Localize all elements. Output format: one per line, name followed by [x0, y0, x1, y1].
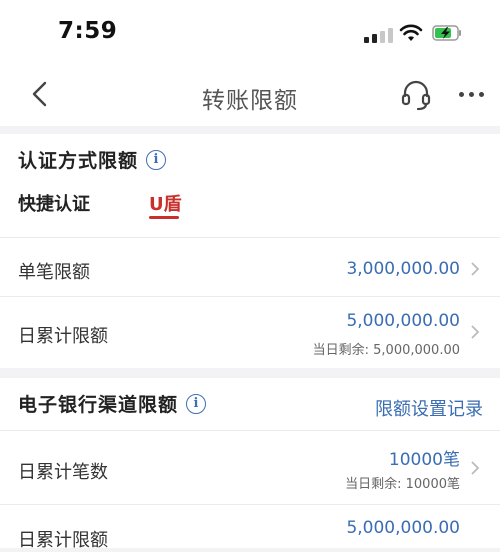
chevron-right-icon — [471, 461, 480, 475]
auth-section-header: 认证方式限额 i — [18, 146, 167, 173]
channel-section-title: 电子银行渠道限额 — [18, 394, 179, 416]
customer-service-headset-icon[interactable] — [400, 79, 432, 111]
channel-limit-card: 电子银行渠道限额 i 限额设置记录 日累计笔数 10000笔 当日剩余: 100… — [0, 378, 500, 551]
nav-bar: 转账限额 — [0, 62, 500, 126]
divider — [0, 296, 500, 297]
status-time: 7:59 — [58, 18, 118, 44]
chevron-right-icon — [471, 262, 480, 276]
channel-section-header: 电子银行渠道限额 i — [18, 390, 207, 417]
row-value: 5,000,000.00 — [346, 518, 460, 538]
info-icon[interactable]: i — [146, 149, 167, 170]
row-label: 日累计限额 — [18, 326, 108, 347]
status-bar: 7:59 — [0, 0, 500, 62]
tab-quick-auth[interactable]: 快捷认证 — [18, 190, 90, 216]
row-label: 日累计笔数 — [18, 462, 108, 483]
row-value: 3,000,000.00 — [346, 259, 460, 279]
auth-limit-card: 认证方式限额 i 快捷认证 U盾 单笔限额 3,000,000.00 日累计限额… — [0, 134, 500, 368]
auth-section-title: 认证方式限额 — [18, 150, 139, 172]
limit-settings-record-link[interactable]: 限额设置记录 — [375, 395, 483, 421]
row-value: 10000笔 — [388, 450, 460, 470]
tab-u-shield[interactable]: U盾 — [149, 190, 182, 216]
divider — [0, 504, 500, 505]
battery-charging-icon — [432, 25, 461, 41]
more-options-icon[interactable] — [459, 92, 485, 100]
cellular-signal-icon — [364, 27, 394, 43]
chevron-right-icon — [471, 325, 480, 339]
row-label: 日累计限额 — [18, 530, 108, 551]
row-label: 单笔限额 — [18, 262, 90, 283]
wifi-icon — [399, 24, 423, 41]
divider — [0, 237, 500, 238]
row-remaining: 当日剩余: 10000笔 — [345, 477, 460, 492]
divider — [0, 430, 500, 431]
row-value: 5,000,000.00 — [346, 311, 460, 331]
info-icon[interactable]: i — [186, 393, 207, 414]
row-remaining: 当日剩余: 5,000,000.00 — [312, 343, 460, 358]
active-tab-indicator — [149, 216, 179, 219]
